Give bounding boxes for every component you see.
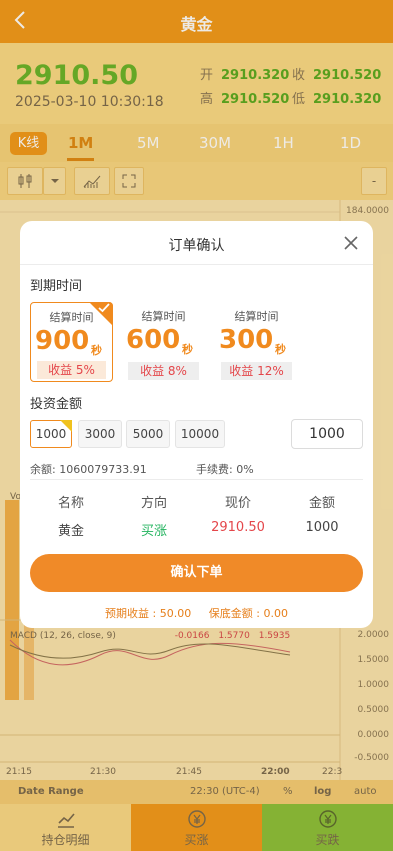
selected-corner [60,420,72,432]
option-unit: 秒 [182,343,193,356]
expiry-option-300[interactable]: 结算时间 300 秒 收益 12% [215,302,298,382]
option-seconds: 300 [219,325,274,355]
fee-value: 0% [236,463,254,476]
col-header-name: 名称 [57,496,84,511]
expected-profit: 预期收益 : 50.00 [105,607,192,620]
option-unit: 秒 [91,344,102,357]
option-profit: 收益 5% [37,361,106,379]
divider [20,264,373,265]
order-direction: 买涨 [140,524,167,539]
balance-value: 1060079733.91 [59,463,147,476]
expiry-option-600[interactable]: 结算时间 600 秒 收益 8% [122,302,205,382]
amount-option-10000[interactable]: 10000 [175,420,225,448]
col-header-amount: 金额 [308,496,335,511]
amount-option-5000[interactable]: 5000 [126,420,170,448]
order-price: 2910.50 [211,520,265,535]
order-name: 黄金 [57,524,84,539]
amount-label: 10000 [180,427,220,441]
option-profit: 收益 8% [128,362,199,380]
option-profit: 收益 12% [221,362,292,380]
confirm-order-button[interactable]: 确认下单 [30,554,363,592]
option-label: 结算时间 [234,310,279,323]
fee-label: 手续费: [196,463,233,476]
modal-title: 订单确认 [168,238,225,254]
amount-label: 5000 [132,427,164,441]
amount-input[interactable]: 1000 [291,419,363,449]
option-seconds: 600 [126,325,181,355]
option-label: 结算时间 [141,310,186,323]
option-label: 结算时间 [49,311,94,324]
profit-summary: 预期收益 : 50.00 保底金额 : 0.00 [20,605,373,621]
divider [30,479,363,480]
amount-option-1000[interactable]: 1000 [30,420,72,448]
expiry-option-900[interactable]: 结算时间 900 秒 收益 5% [30,302,113,382]
amount-label: 3000 [84,427,116,441]
option-unit: 秒 [275,343,286,356]
order-amount: 1000 [305,520,339,535]
amount-section-title: 投资金额 [30,397,83,412]
option-seconds: 900 [35,326,90,356]
expiry-section-title: 到期时间 [30,279,83,294]
col-header-price: 现价 [224,496,251,511]
close-icon[interactable] [343,235,359,251]
order-confirm-modal: 订单确认 到期时间 结算时间 900 秒 收益 5% 结算时间 600 秒 收益… [20,221,373,628]
col-header-direction: 方向 [140,496,167,511]
fee-info: 手续费: 0% [196,461,254,477]
balance-label: 余额: [30,463,56,476]
guaranteed-amount: 保底金额 : 0.00 [208,607,288,620]
amount-option-3000[interactable]: 3000 [78,420,122,448]
balance-info: 余额: 1060079733.91 [30,461,147,477]
